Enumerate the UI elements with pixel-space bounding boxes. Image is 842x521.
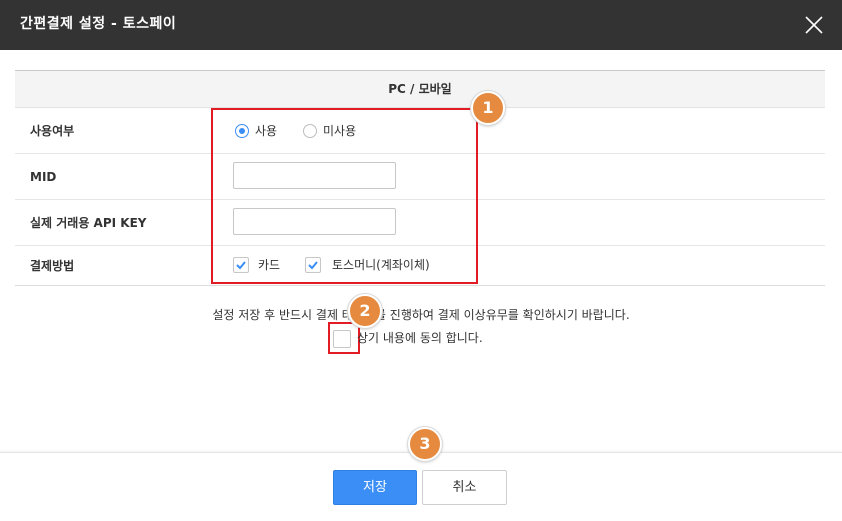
mid-label: MID — [30, 169, 57, 184]
step-badge-3: 3 — [408, 427, 442, 461]
card-checkbox[interactable] — [233, 257, 249, 273]
payment-method-label: 결제방법 — [30, 258, 75, 273]
toss-money-label: 토스머니(계좌이체) — [332, 258, 430, 272]
close-button[interactable] — [800, 11, 828, 39]
api-key-label: 실제 거래용 API KEY — [30, 216, 147, 230]
mid-input[interactable] — [233, 162, 396, 189]
dialog-title-bar: 간편결제 설정 - 토스페이 — [0, 0, 842, 50]
notice-text: 설정 저장 후 반드시 결제 테스트를 진행하여 결제 이상유무를 확인하시기 … — [212, 308, 630, 322]
settings-table: PC / 모바일 사용여부 사용 미사용 MID 실제 거래용 API KEY … — [15, 70, 825, 286]
usage-radio-use[interactable] — [235, 124, 249, 138]
save-button[interactable]: 저장 — [333, 470, 417, 505]
mid-row: MID — [15, 154, 825, 200]
payment-method-row: 결제방법 카드 토스머니(계좌이체) — [15, 246, 825, 284]
usage-row: 사용여부 사용 미사용 — [15, 108, 825, 154]
usage-radio-unused[interactable] — [303, 124, 317, 138]
api-key-row: 실제 거래용 API KEY — [15, 200, 825, 246]
agree-label: 상기 내용에 동의 합니다. — [357, 331, 483, 345]
step-badge-1: 1 — [471, 91, 505, 125]
dialog-footer — [0, 452, 842, 521]
card-label: 카드 — [258, 258, 281, 272]
table-header: PC / 모바일 — [15, 71, 825, 108]
toss-money-checkbox[interactable] — [305, 257, 321, 273]
check-icon — [236, 261, 246, 270]
close-icon — [805, 16, 823, 34]
table-header-label: PC / 모바일 — [388, 82, 452, 96]
usage-radio-use-label: 사용 — [255, 124, 278, 138]
dialog-title: 간편결제 설정 - 토스페이 — [20, 16, 177, 32]
usage-radio-unused-label: 미사용 — [323, 124, 357, 138]
api-key-input[interactable] — [233, 208, 396, 235]
step-badge-2: 2 — [348, 294, 382, 328]
cancel-button[interactable]: 취소 — [422, 470, 507, 505]
check-icon — [308, 261, 318, 270]
usage-label: 사용여부 — [30, 124, 75, 138]
agree-checkbox[interactable] — [333, 330, 351, 348]
